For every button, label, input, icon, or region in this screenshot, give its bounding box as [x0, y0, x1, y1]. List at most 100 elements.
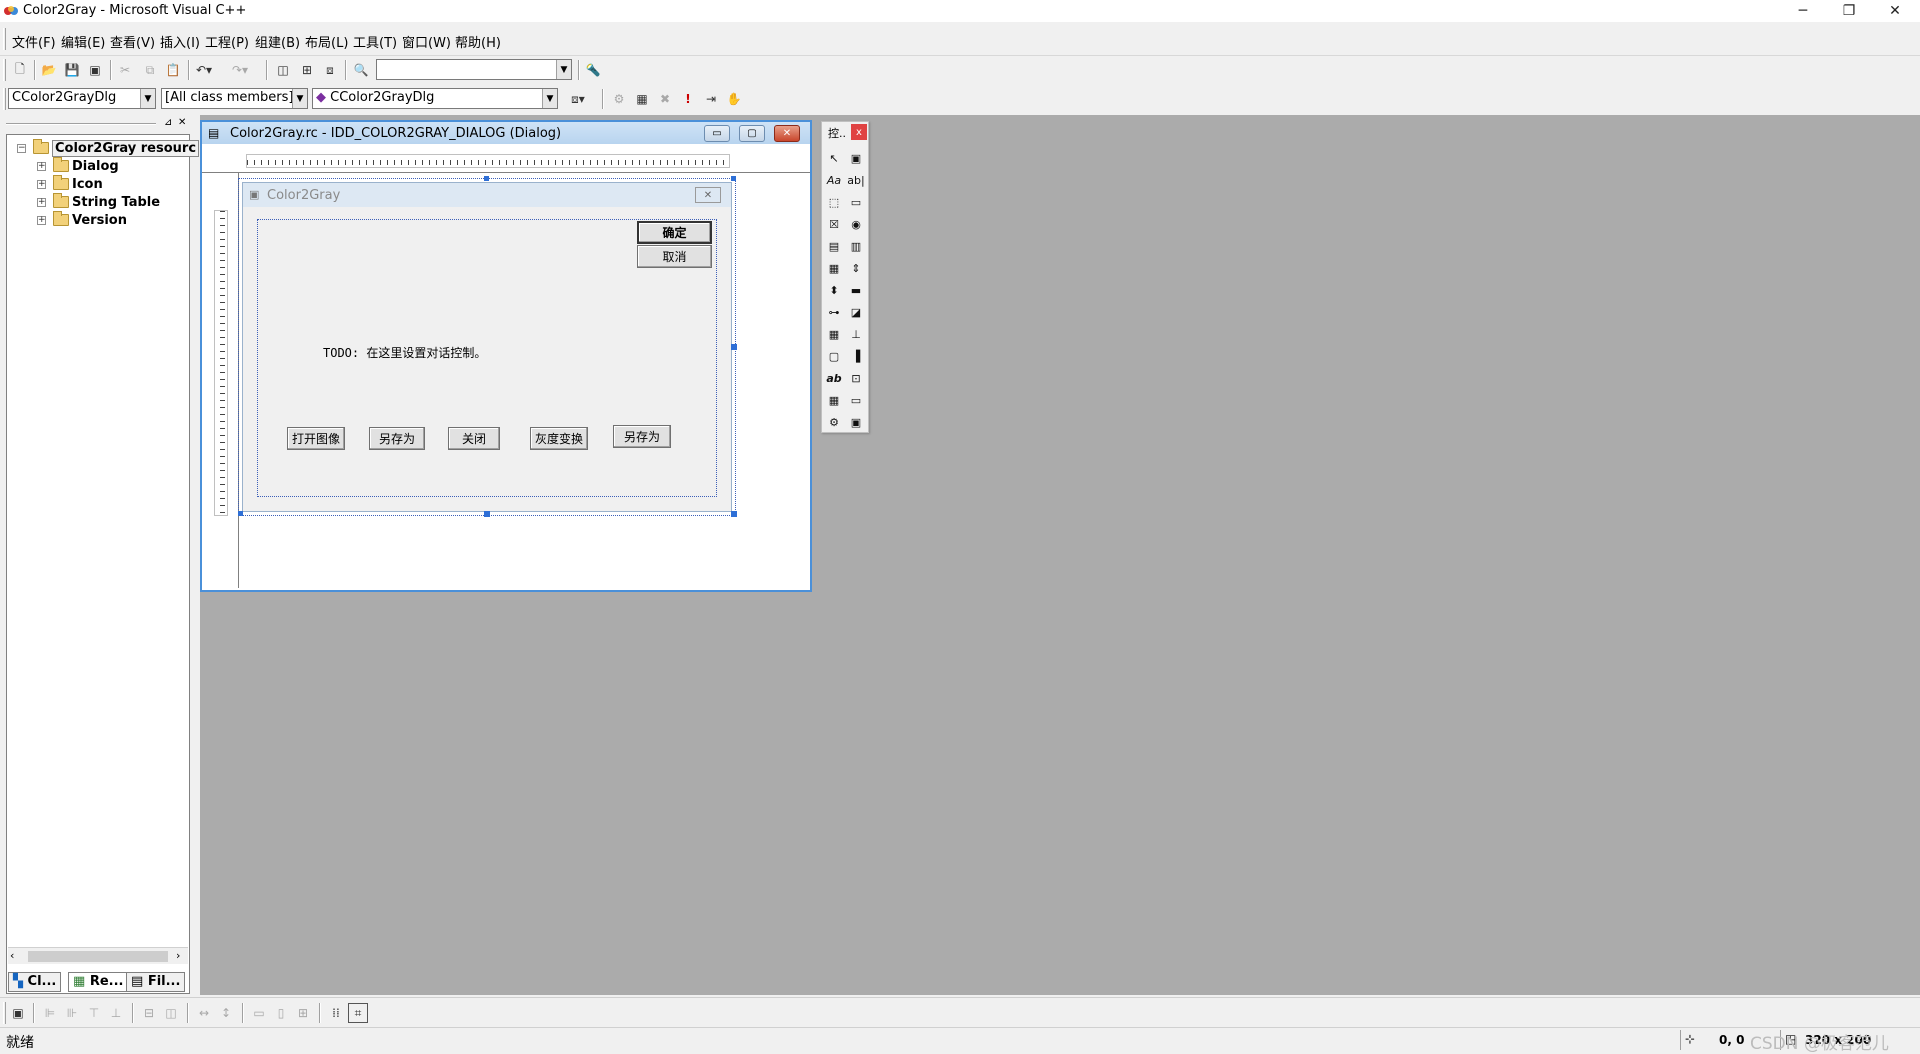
member-combo[interactable]: ◆ CColor2GrayDlg ▼	[312, 88, 558, 109]
month-calendar-icon[interactable]: ▦	[825, 391, 843, 409]
hand-icon[interactable]: ✋	[724, 89, 744, 109]
ok-button[interactable]: 确定	[637, 221, 712, 244]
tree-item-version[interactable]: Version	[53, 211, 127, 229]
ip-address-icon[interactable]: ▭	[847, 391, 865, 409]
tree-item-string-table[interactable]: String Table	[53, 193, 160, 211]
collapse-icon[interactable]: −	[17, 144, 26, 153]
animate-icon[interactable]: ▐	[847, 347, 865, 365]
chevron-down-icon[interactable]: ▼	[542, 89, 557, 108]
menu-layout[interactable]: 布局(L)	[305, 32, 348, 51]
chevron-down-icon[interactable]: ▼	[556, 60, 571, 79]
resize-handle[interactable]	[731, 344, 737, 350]
tab-classview[interactable]: ▚ Cl...	[8, 972, 62, 992]
make-same-height-icon[interactable]: ▯	[271, 1003, 291, 1023]
space-down-icon[interactable]: ↕	[216, 1003, 236, 1023]
align-right-icon[interactable]: ⊪	[62, 1003, 82, 1023]
find-combo[interactable]: ▼	[376, 59, 572, 80]
tab-fileview[interactable]: ▤ Fil...	[126, 972, 186, 992]
horizontal-ruler[interactable]	[246, 154, 730, 168]
pointer-icon[interactable]: ↖	[825, 149, 843, 167]
menu-help[interactable]: 帮助(H)	[455, 32, 501, 51]
editor-minimize-button[interactable]: ▭	[704, 125, 730, 142]
close-panel-icon[interactable]: ✕	[178, 117, 186, 128]
minimize-button[interactable]: ─	[1780, 0, 1826, 22]
redo-icon[interactable]: ↷▾	[230, 60, 250, 80]
open-icon[interactable]: 📂	[39, 60, 59, 80]
menu-build[interactable]: 组建(B)	[255, 32, 300, 51]
test-dialog-icon[interactable]: ▣	[8, 1003, 28, 1023]
align-bottom-icon[interactable]: ⊥	[106, 1003, 126, 1023]
menu-view[interactable]: 查看(V)	[110, 32, 155, 51]
custom-control-icon[interactable]: ⚙	[825, 413, 843, 431]
picture-icon[interactable]: ▣	[847, 149, 865, 167]
build-icon[interactable]: ▦	[632, 89, 652, 109]
toggle-grid-icon[interactable]: ⁞⁞	[326, 1003, 346, 1023]
editor-close-button[interactable]: ✕	[774, 125, 800, 142]
close-button[interactable]: ✕	[1872, 0, 1918, 22]
copy-icon[interactable]: ⧉	[140, 60, 160, 80]
check-box-icon[interactable]: ☒	[825, 215, 843, 233]
group-box-icon[interactable]: ⬚	[825, 193, 843, 211]
find-in-files-icon[interactable]: 🔍	[351, 60, 371, 80]
center-vertical-icon[interactable]: ⊟	[139, 1003, 159, 1023]
output-icon[interactable]: ⊞	[297, 60, 317, 80]
grayscale-button[interactable]: 灰度变换	[530, 427, 588, 450]
make-same-width-icon[interactable]: ▭	[249, 1003, 269, 1023]
menu-grip[interactable]	[3, 28, 6, 50]
list-box-icon[interactable]: ▥	[847, 237, 865, 255]
restore-button[interactable]: ❐	[1826, 0, 1872, 22]
tree-control-icon[interactable]: ⊥	[847, 325, 865, 343]
menu-tools[interactable]: 工具(T)	[353, 32, 397, 51]
center-horizontal-icon[interactable]: ◫	[161, 1003, 181, 1023]
align-left-icon[interactable]: ⊫	[40, 1003, 60, 1023]
horizontal-scrollbar-icon[interactable]: ▦	[825, 259, 843, 277]
expand-icon[interactable]: +	[37, 180, 46, 189]
toolbar-grip[interactable]	[3, 88, 6, 110]
resize-handle[interactable]	[484, 176, 489, 181]
save-all-icon[interactable]: ▣	[85, 60, 105, 80]
space-across-icon[interactable]: ↔	[194, 1003, 214, 1023]
resize-handle[interactable]	[484, 511, 490, 517]
dialog-close-button[interactable]: ✕	[695, 187, 721, 203]
menu-project[interactable]: 工程(P)	[205, 32, 249, 51]
make-same-size-icon[interactable]: ⊞	[293, 1003, 313, 1023]
tree-item-icon[interactable]: Icon	[53, 175, 103, 193]
expand-icon[interactable]: +	[37, 162, 46, 171]
chevron-down-icon[interactable]: ▼	[140, 89, 155, 108]
menu-file[interactable]: 文件(F)	[12, 32, 56, 51]
align-top-icon[interactable]: ⊤	[84, 1003, 104, 1023]
hotkey-icon[interactable]: ◪	[847, 303, 865, 321]
extended-combo-icon[interactable]: ▣	[847, 413, 865, 431]
class-combo[interactable]: CColor2GrayDlg ▼	[8, 88, 156, 109]
chevron-down-icon[interactable]: ▼	[292, 89, 307, 108]
tree-root[interactable]: Color2Gray resourc	[33, 139, 200, 157]
toolbar-grip[interactable]	[3, 1002, 6, 1024]
save-as-button-2[interactable]: 另存为	[613, 425, 671, 448]
close-dialog-button[interactable]: 关闭	[448, 427, 500, 450]
stop-build-icon[interactable]: ✖	[655, 89, 675, 109]
list-control-icon[interactable]: ▦	[825, 325, 843, 343]
radio-button-icon[interactable]: ◉	[847, 215, 865, 233]
resize-handle[interactable]	[731, 511, 737, 517]
expand-icon[interactable]: +	[37, 216, 46, 225]
slider-icon[interactable]: ⊶	[825, 303, 843, 321]
wizard-action-icon[interactable]: ⧈▾	[561, 89, 595, 109]
todo-static-text[interactable]: TODO: 在这里设置对话控制。	[323, 344, 486, 361]
static-text-icon[interactable]: Aa	[825, 171, 843, 189]
menu-insert[interactable]: 插入(I)	[160, 32, 200, 51]
workspace-icon[interactable]: ◫	[273, 60, 293, 80]
execute-icon[interactable]: !	[678, 89, 698, 109]
menu-window[interactable]: 窗口(W)	[402, 32, 451, 51]
menu-edit[interactable]: 编辑(E)	[61, 32, 105, 51]
editor-title-bar[interactable]: ▤ Color2Gray.rc - IDD_COLOR2GRAY_DIALOG …	[202, 122, 810, 144]
new-file-icon[interactable]: 🗋	[10, 60, 30, 80]
scroll-thumb[interactable]	[28, 951, 168, 962]
paste-icon[interactable]: 📋	[163, 60, 183, 80]
find-icon[interactable]: 🔦	[583, 60, 603, 80]
vertical-ruler[interactable]	[214, 210, 228, 516]
save-icon[interactable]: 💾	[62, 60, 82, 80]
rich-edit-icon[interactable]: ab	[825, 369, 843, 387]
undo-icon[interactable]: ↶▾	[194, 60, 214, 80]
palette-close-button[interactable]: x	[851, 124, 867, 140]
open-image-button[interactable]: 打开图像	[287, 427, 345, 450]
